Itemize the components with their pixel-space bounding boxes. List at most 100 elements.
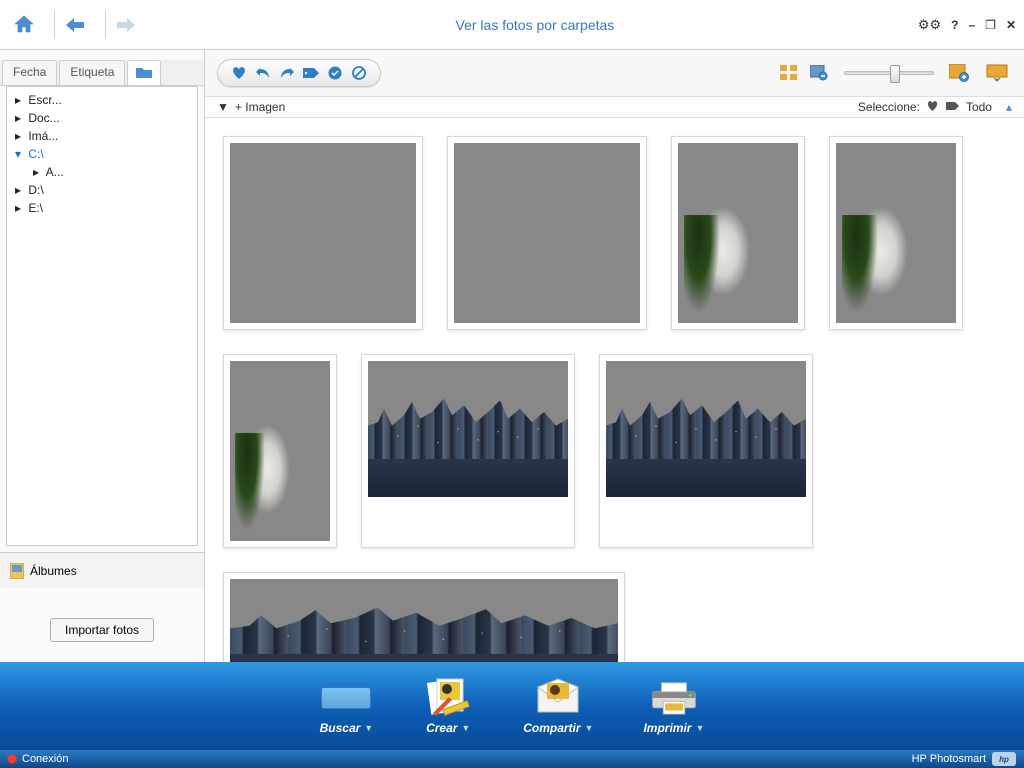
tab-date[interactable]: Fecha xyxy=(2,60,57,85)
dock-share-label: Compartir xyxy=(523,721,580,735)
check-circle-icon xyxy=(328,66,342,80)
albums-section[interactable]: Álbumes xyxy=(0,552,204,588)
tree-item[interactable]: ▸ E:\ xyxy=(7,199,197,217)
hp-logo-icon: hp xyxy=(992,752,1016,766)
grid-header: ▼ + Imagen Seleccione: Todo ▴ xyxy=(205,96,1024,118)
toolbar xyxy=(205,50,1024,96)
zoom-in-button[interactable] xyxy=(948,63,970,83)
dock-print-label: Imprimir xyxy=(643,721,691,735)
dock-print[interactable]: Imprimir▼ xyxy=(643,677,704,735)
tree-item[interactable]: ▸ Imá... xyxy=(7,127,197,145)
thumbnail[interactable] xyxy=(829,136,963,330)
chevron-down-icon: ▼ xyxy=(585,723,594,733)
thumbnail[interactable] xyxy=(671,136,805,330)
tree-item[interactable]: ▸ D:\ xyxy=(7,181,197,199)
chevron-down-icon: ▼ xyxy=(364,723,373,733)
thumbnail-image xyxy=(230,361,330,541)
window-controls: ⚙⚙ ? – ❐ ✕ xyxy=(918,17,1016,33)
view-grid-button[interactable] xyxy=(778,63,800,83)
zoom-thumb[interactable] xyxy=(890,65,900,83)
forbid-icon xyxy=(352,66,366,80)
slideshow-button[interactable] xyxy=(986,63,1008,83)
print-icon xyxy=(649,677,699,719)
tag-icon xyxy=(302,67,320,79)
select-label: Seleccione: xyxy=(858,100,920,114)
share-icon xyxy=(533,677,583,719)
tab-folder[interactable] xyxy=(127,60,161,85)
page-title: Ver las fotos por carpetas xyxy=(152,17,918,33)
tree-item[interactable]: ▾ C:\ xyxy=(7,145,197,163)
thumbnail[interactable] xyxy=(223,572,625,662)
zoom-out-icon xyxy=(810,65,828,81)
select-tagged[interactable] xyxy=(945,100,960,114)
folder-tree[interactable]: ▸ Escr...▸ Doc...▸ Imá...▾ C:\▸ A...▸ D:… xyxy=(6,86,198,546)
tag-icon xyxy=(945,101,960,111)
undo-button[interactable] xyxy=(252,63,274,83)
import-button[interactable]: Importar fotos xyxy=(50,618,154,642)
import-area: Importar fotos xyxy=(0,588,204,662)
redo-icon xyxy=(279,66,295,80)
reject-button[interactable] xyxy=(348,63,370,83)
thumbnail[interactable] xyxy=(361,354,575,548)
tree-item[interactable]: ▸ Escr... xyxy=(7,91,197,109)
dock-search[interactable]: Buscar▼ xyxy=(320,677,374,735)
thumbnail-image xyxy=(678,143,798,323)
connection-status-icon xyxy=(8,755,16,763)
albums-label: Álbumes xyxy=(30,564,77,578)
slideshow-icon xyxy=(986,64,1008,82)
forward-button[interactable] xyxy=(110,9,142,41)
maximize-button[interactable]: ❐ xyxy=(985,18,996,32)
search-input[interactable] xyxy=(321,687,371,709)
thumbnail-image xyxy=(230,143,416,323)
settings-icon[interactable]: ⚙⚙ xyxy=(918,17,941,33)
thumbnail-scroll[interactable] xyxy=(205,118,1024,662)
thumbnail-image xyxy=(606,361,806,497)
minimize-button[interactable]: – xyxy=(968,18,975,32)
thumbnail[interactable] xyxy=(447,136,647,330)
zoom-out-button[interactable] xyxy=(808,63,830,83)
chevron-down-icon: ▼ xyxy=(461,723,470,733)
bottom-dock: Buscar▼ Crear▼ Compartir▼ Imprimir▼ xyxy=(0,662,1024,750)
zoom-slider[interactable] xyxy=(844,71,934,75)
select-all[interactable]: Todo xyxy=(966,100,992,114)
thumbnail-grid xyxy=(205,118,1024,662)
thumbnail-image xyxy=(368,361,568,497)
select-favorites[interactable] xyxy=(926,100,939,115)
dock-search-label: Buscar xyxy=(320,721,361,735)
undo-icon xyxy=(255,66,271,80)
action-toolbar xyxy=(217,59,381,87)
grid-icon xyxy=(780,65,798,81)
close-button[interactable]: ✕ xyxy=(1006,18,1016,32)
thumbnail-image xyxy=(836,143,956,323)
tag-button[interactable] xyxy=(300,63,322,83)
tree-item[interactable]: ▸ A... xyxy=(7,163,197,181)
thumbnail[interactable] xyxy=(223,136,423,330)
tab-tag[interactable]: Etiqueta xyxy=(59,60,125,85)
thumbnail[interactable] xyxy=(599,354,813,548)
thumbnail-image xyxy=(230,579,618,662)
back-button[interactable] xyxy=(59,9,91,41)
arrow-left-icon xyxy=(64,16,86,34)
collapse-toggle[interactable]: ▼ xyxy=(217,100,229,114)
home-button[interactable] xyxy=(8,9,40,41)
dock-share[interactable]: Compartir ▼ xyxy=(523,677,593,735)
tree-item[interactable]: ▸ Doc... xyxy=(7,109,197,127)
create-icon xyxy=(423,677,473,719)
thumbnail-image xyxy=(454,143,640,323)
approve-button[interactable] xyxy=(324,63,346,83)
heart-icon xyxy=(926,100,939,112)
content-area: ▼ + Imagen Seleccione: Todo ▴ xyxy=(205,50,1024,662)
redo-button[interactable] xyxy=(276,63,298,83)
brand-label: HP Photosmart xyxy=(912,753,986,765)
dock-create-label: Crear xyxy=(426,721,457,735)
dock-create[interactable]: Crear ▼ xyxy=(423,677,473,735)
help-icon[interactable]: ? xyxy=(951,18,958,32)
separator xyxy=(54,11,55,39)
folder-icon xyxy=(136,67,152,79)
thumbnail[interactable] xyxy=(223,354,337,548)
sidebar: Fecha Etiqueta ▸ Escr...▸ Doc...▸ Imá...… xyxy=(0,50,205,662)
group-label: + Imagen xyxy=(235,100,285,114)
home-icon xyxy=(12,13,36,37)
scroll-up-icon[interactable]: ▴ xyxy=(1006,100,1012,114)
favorite-button[interactable] xyxy=(228,63,250,83)
